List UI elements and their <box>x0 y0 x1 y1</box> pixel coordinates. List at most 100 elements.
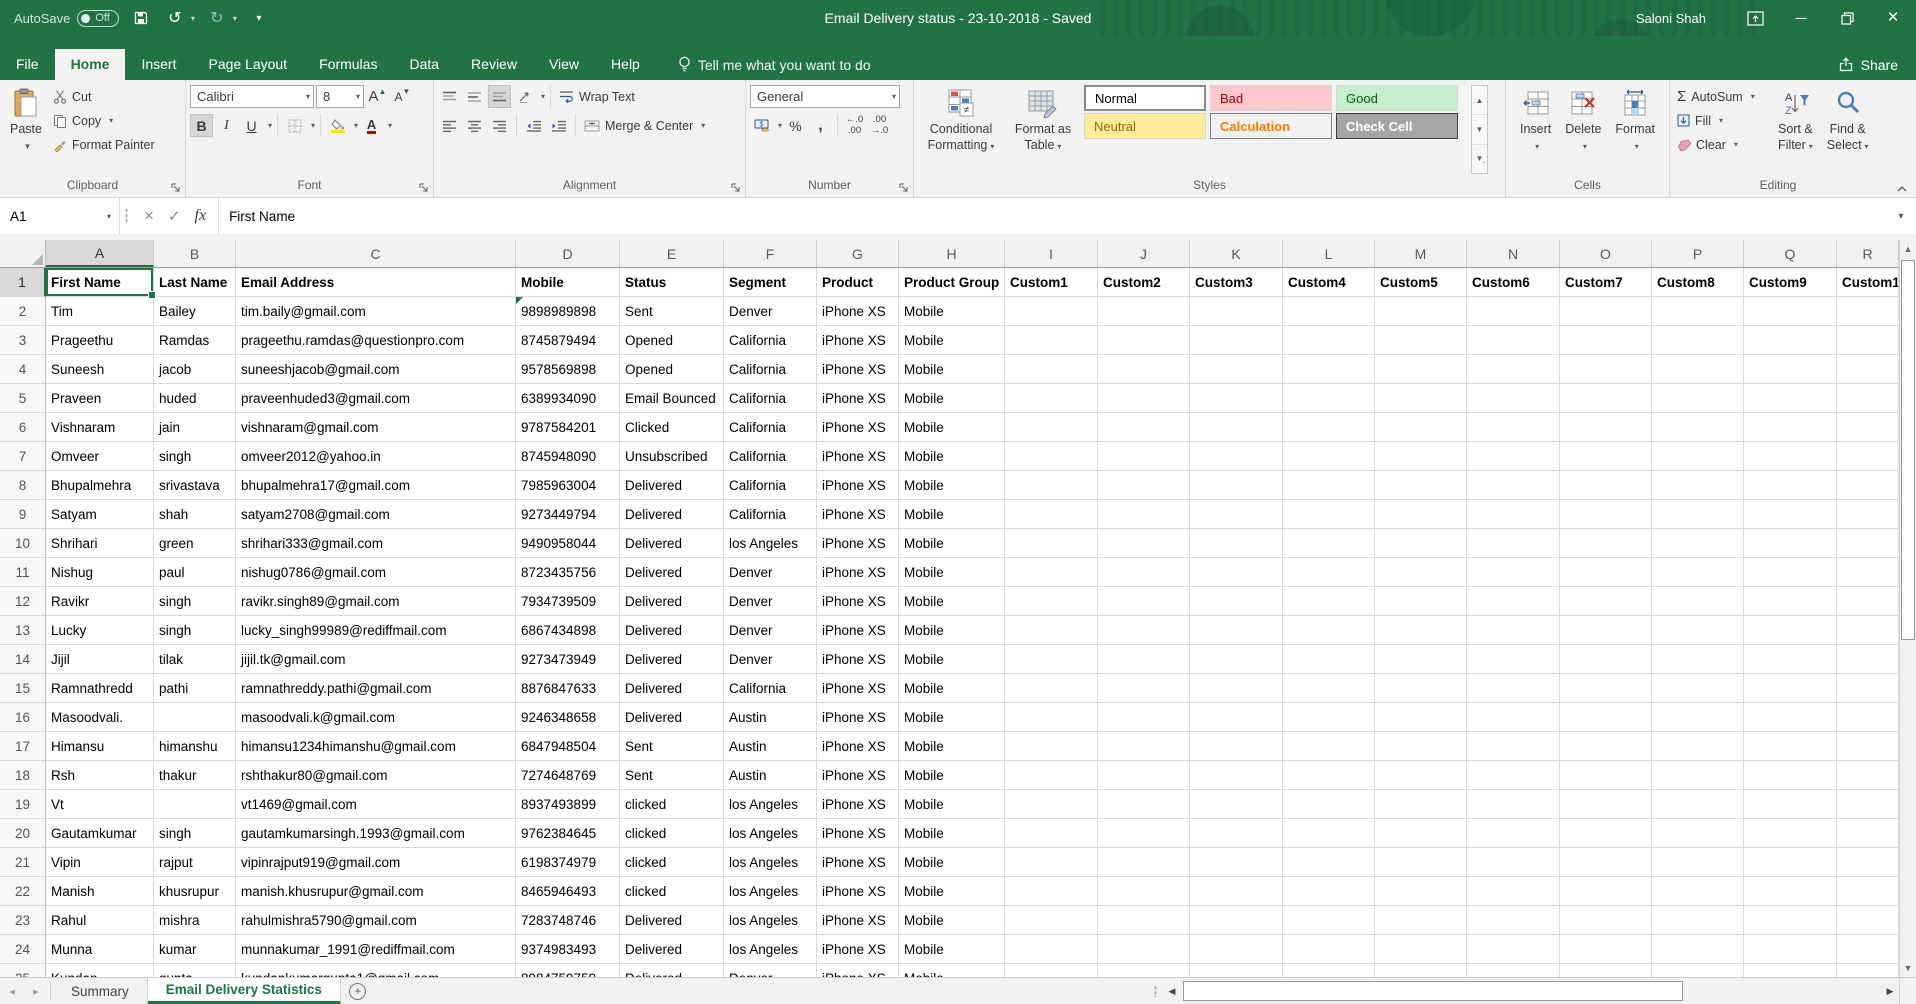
cell-R1[interactable]: Custom10 <box>1837 268 1899 297</box>
cell-E21[interactable]: clicked <box>620 848 724 877</box>
horizontal-scroll-thumb[interactable] <box>1183 981 1683 1001</box>
name-box[interactable]: A1▾ <box>0 198 120 234</box>
cell-K11[interactable] <box>1190 558 1283 587</box>
cell-Q17[interactable] <box>1744 732 1837 761</box>
cell-L25[interactable] <box>1283 964 1375 977</box>
cell-K10[interactable] <box>1190 529 1283 558</box>
cell-B11[interactable]: paul <box>154 558 236 587</box>
style-calculation[interactable]: Calculation <box>1210 113 1332 139</box>
cell-A12[interactable]: Ravikr <box>46 587 154 616</box>
cell-P22[interactable] <box>1652 877 1744 906</box>
fill-color-button[interactable] <box>326 114 349 137</box>
cell-L21[interactable] <box>1283 848 1375 877</box>
cell-M17[interactable] <box>1375 732 1467 761</box>
cell-I15[interactable] <box>1005 674 1098 703</box>
redo-button[interactable]: ↻ <box>205 6 229 30</box>
cell-C19[interactable]: vt1469@gmail.com <box>236 790 516 819</box>
cell-D8[interactable]: 7985963004 <box>516 471 620 500</box>
delete-cells-button[interactable]: Delete▾ <box>1559 83 1607 176</box>
cell-J3[interactable] <box>1098 326 1190 355</box>
cell-A5[interactable]: Praveen <box>46 384 154 413</box>
cell-N25[interactable] <box>1467 964 1560 977</box>
cell-F12[interactable]: Denver <box>724 587 817 616</box>
ribbon-display-options-button[interactable] <box>1732 0 1778 36</box>
autosum-button[interactable]: ΣAutoSum▾ <box>1674 85 1770 108</box>
cell-J12[interactable] <box>1098 587 1190 616</box>
cell-J24[interactable] <box>1098 935 1190 964</box>
cell-A15[interactable]: Ramnathredd <box>46 674 154 703</box>
cell-R8[interactable] <box>1837 471 1899 500</box>
row-header-11[interactable]: 11 <box>0 558 46 587</box>
cell-J10[interactable] <box>1098 529 1190 558</box>
cell-P14[interactable] <box>1652 645 1744 674</box>
cell-P24[interactable] <box>1652 935 1744 964</box>
format-as-table-button[interactable]: Format asTable▾ <box>1006 83 1080 176</box>
cell-D5[interactable]: 6389934090 <box>516 384 620 413</box>
cell-H25[interactable]: Mobile <box>899 964 1005 977</box>
cell-C3[interactable]: prageethu.ramdas@questionpro.com <box>236 326 516 355</box>
cell-A22[interactable]: Manish <box>46 877 154 906</box>
cell-F6[interactable]: California <box>724 413 817 442</box>
cell-P8[interactable] <box>1652 471 1744 500</box>
cell-H14[interactable]: Mobile <box>899 645 1005 674</box>
cell-R17[interactable] <box>1837 732 1899 761</box>
cell-H3[interactable]: Mobile <box>899 326 1005 355</box>
underline-button[interactable]: U <box>240 114 263 137</box>
cell-E9[interactable]: Delivered <box>620 500 724 529</box>
cell-M4[interactable] <box>1375 355 1467 384</box>
cell-N6[interactable] <box>1467 413 1560 442</box>
cell-E6[interactable]: Clicked <box>620 413 724 442</box>
cell-L24[interactable] <box>1283 935 1375 964</box>
tab-page-layout[interactable]: Page Layout <box>192 49 303 80</box>
row-header-5[interactable]: 5 <box>0 384 46 413</box>
cell-M18[interactable] <box>1375 761 1467 790</box>
sheet-tab-summary[interactable]: Summary <box>53 978 148 1004</box>
cell-P6[interactable] <box>1652 413 1744 442</box>
cell-Q8[interactable] <box>1744 471 1837 500</box>
cell-P16[interactable] <box>1652 703 1744 732</box>
cell-Q6[interactable] <box>1744 413 1837 442</box>
cell-J14[interactable] <box>1098 645 1190 674</box>
cell-R13[interactable] <box>1837 616 1899 645</box>
cell-L1[interactable]: Custom4 <box>1283 268 1375 297</box>
column-header-m[interactable]: M <box>1375 240 1467 267</box>
cell-M8[interactable] <box>1375 471 1467 500</box>
cell-R6[interactable] <box>1837 413 1899 442</box>
cell-O3[interactable] <box>1560 326 1652 355</box>
cell-P15[interactable] <box>1652 674 1744 703</box>
cell-I3[interactable] <box>1005 326 1098 355</box>
cell-L6[interactable] <box>1283 413 1375 442</box>
cell-R12[interactable] <box>1837 587 1899 616</box>
cell-J17[interactable] <box>1098 732 1190 761</box>
cell-M15[interactable] <box>1375 674 1467 703</box>
cell-K20[interactable] <box>1190 819 1283 848</box>
cell-R4[interactable] <box>1837 355 1899 384</box>
cell-Q3[interactable] <box>1744 326 1837 355</box>
tab-insert[interactable]: Insert <box>125 49 192 80</box>
cell-J16[interactable] <box>1098 703 1190 732</box>
cell-L19[interactable] <box>1283 790 1375 819</box>
cell-E19[interactable]: clicked <box>620 790 724 819</box>
cell-M2[interactable] <box>1375 297 1467 326</box>
cell-F21[interactable]: los Angeles <box>724 848 817 877</box>
cell-G6[interactable]: iPhone XS <box>817 413 899 442</box>
cell-I10[interactable] <box>1005 529 1098 558</box>
cell-E5[interactable]: Email Bounced <box>620 384 724 413</box>
vertical-scrollbar[interactable]: ▲ ▼ <box>1899 240 1916 977</box>
cell-H22[interactable]: Mobile <box>899 877 1005 906</box>
cell-B21[interactable]: rajput <box>154 848 236 877</box>
paste-button[interactable]: Paste▼ <box>4 83 48 176</box>
cell-D23[interactable]: 7283748746 <box>516 906 620 935</box>
cell-O11[interactable] <box>1560 558 1652 587</box>
cell-H10[interactable]: Mobile <box>899 529 1005 558</box>
cell-O17[interactable] <box>1560 732 1652 761</box>
cell-D12[interactable]: 7934739509 <box>516 587 620 616</box>
cell-K25[interactable] <box>1190 964 1283 977</box>
cell-N22[interactable] <box>1467 877 1560 906</box>
cell-J15[interactable] <box>1098 674 1190 703</box>
cell-K16[interactable] <box>1190 703 1283 732</box>
cell-P23[interactable] <box>1652 906 1744 935</box>
cell-K22[interactable] <box>1190 877 1283 906</box>
decrease-decimal-button[interactable]: .00→.0 <box>868 114 891 137</box>
cell-F17[interactable]: Austin <box>724 732 817 761</box>
